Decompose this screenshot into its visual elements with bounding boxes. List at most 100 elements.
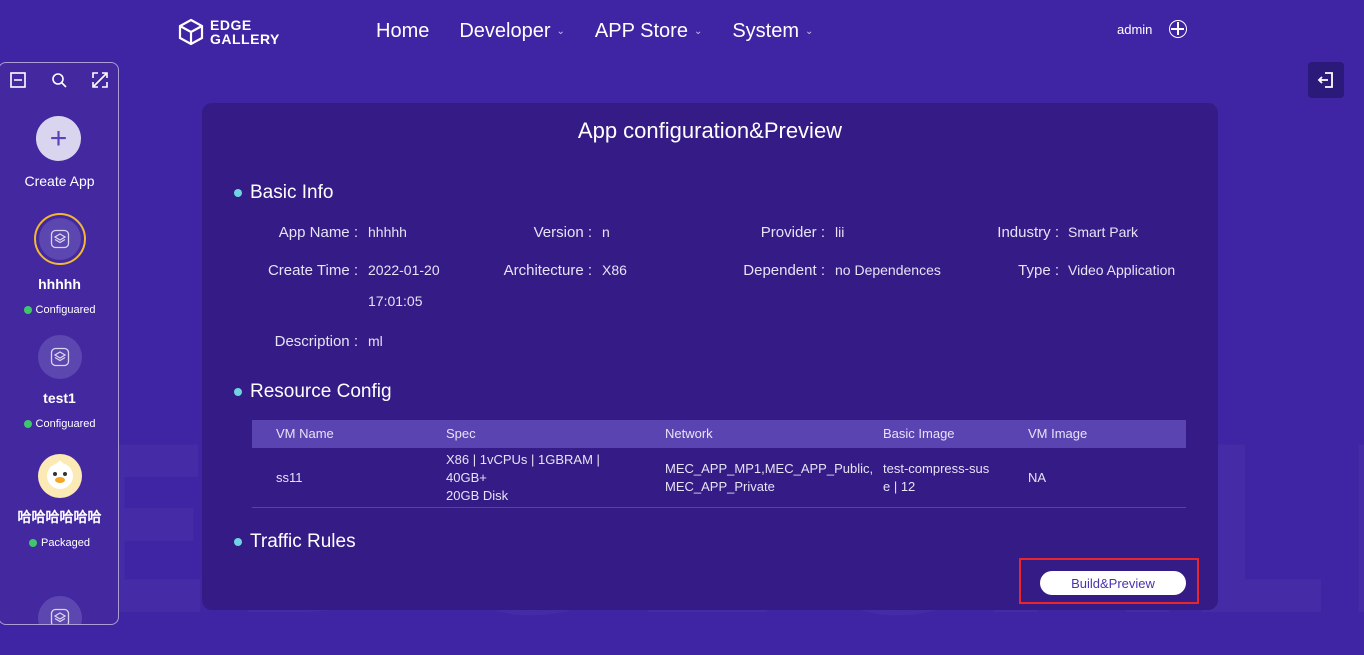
- sidebar-toolbar: [9, 71, 109, 89]
- create-time-value-date: 2022-01-20: [368, 262, 440, 278]
- column-header: VM Name: [276, 426, 334, 441]
- app-name: 哈哈哈哈哈哈: [17, 509, 102, 525]
- status-badge: Configuared: [0, 418, 118, 430]
- industry-value: Smart Park: [1068, 224, 1139, 240]
- logout-icon: [1317, 72, 1333, 88]
- resource-config-heading: Resource Config: [234, 381, 392, 403]
- sidebar-app-test1[interactable]: test1 Configuared: [0, 335, 118, 430]
- chevron-down-icon: ⌄: [556, 26, 565, 37]
- status-dot-icon: [29, 539, 38, 547]
- column-header: VM Image: [1028, 426, 1088, 441]
- nav-app-store[interactable]: APP Store ⌄: [595, 20, 702, 43]
- type-label: Type :: [1018, 262, 1059, 279]
- status-text: Packaged: [41, 537, 90, 549]
- cell-spec-line1: X86 | 1vCPUs | 1GBRAM | 40GB+: [446, 451, 600, 485]
- cell-basic-image-line2: e | 12: [883, 478, 916, 494]
- status-dot-icon: [23, 420, 32, 428]
- exit-button[interactable]: [1308, 62, 1344, 98]
- version-value: n: [602, 224, 610, 240]
- chevron-down-icon: ⌄: [693, 26, 703, 37]
- create-time-value-time: 17:01:05: [368, 293, 423, 309]
- basic-info-title: Basic Info: [250, 182, 334, 203]
- top-header: EDGE GALLERY Home Developer ⌄ APP Store …: [0, 0, 1364, 62]
- main-nav: Home Developer ⌄ APP Store ⌄ System ⌄: [376, 20, 843, 43]
- nav-home[interactable]: Home: [376, 20, 429, 43]
- cell-spec-line2: 20GB Disk: [446, 487, 509, 503]
- logo-text-line1: EDGE: [210, 17, 252, 33]
- nav-system[interactable]: System ⌄: [732, 20, 813, 43]
- table-row: ss11 X86 | 1vCPUs | 1GBRAM | 40GB+ 20GB …: [252, 448, 1186, 508]
- stack-layers-icon: [50, 347, 69, 367]
- create-time-label: Create Time :: [267, 262, 358, 279]
- description-label: Description :: [274, 333, 358, 350]
- description-value: ml: [368, 333, 383, 349]
- language-globe-icon[interactable]: [1169, 20, 1187, 38]
- status-text: Configuared: [35, 304, 96, 316]
- status-text: Configuared: [35, 418, 96, 430]
- sidebar-app-partial[interactable]: [0, 596, 118, 624]
- duck-icon: [46, 460, 73, 489]
- type-value: Video Application: [1068, 262, 1176, 278]
- app-avatar: [37, 335, 82, 379]
- status-badge: Configuared: [0, 304, 118, 316]
- nav-system-label: System: [732, 20, 800, 42]
- page-title: App configuration&Preview: [577, 118, 843, 143]
- nav-developer[interactable]: Developer ⌄: [459, 20, 565, 43]
- app-sidebar: + Create App hhhhh Configuared test1 Con…: [0, 62, 119, 625]
- chevron-down-icon: ⌄: [805, 26, 814, 37]
- cell-network: MEC_APP_MP1,MEC_APP_Public, MEC_APP_Priv…: [641, 460, 874, 496]
- traffic-rules-title: Traffic Rules: [250, 531, 356, 552]
- cell-basic-image-line1: test-compress-sus: [883, 460, 990, 476]
- edgegallery-logo[interactable]: EDGE GALLERY: [178, 18, 280, 46]
- provider-value: lii: [835, 224, 845, 240]
- industry-label: Industry :: [997, 224, 1059, 241]
- app-name: test1: [43, 390, 76, 406]
- nav-home-label: Home: [376, 20, 430, 42]
- cell-basic-image: test-compress-sus e | 12: [859, 460, 1004, 496]
- column-header: Basic Image: [883, 426, 955, 441]
- resource-config-table: VM Name Spec Network Basic Image VM Imag…: [252, 420, 1186, 508]
- sidebar-app-hhhhh[interactable]: hhhhh Configuared: [0, 213, 118, 316]
- cell-vm-image: NA: [1028, 469, 1047, 485]
- status-dot-icon: [23, 306, 32, 314]
- table-header: VM Name Spec Network Basic Image VM Imag…: [252, 420, 1186, 448]
- build-preview-button[interactable]: Build&Preview: [1040, 571, 1186, 595]
- column-header: Network: [665, 426, 713, 441]
- status-badge: Packaged: [0, 537, 118, 549]
- cell-spec: X86 | 1vCPUs | 1GBRAM | 40GB+ 20GB Disk: [422, 451, 641, 505]
- architecture-value: X86: [602, 262, 627, 278]
- cell-network-line2: MEC_APP_Private: [665, 478, 775, 494]
- app-avatar: [33, 213, 86, 265]
- app-name: hhhhh: [38, 276, 81, 292]
- architecture-label: Architecture :: [503, 262, 592, 279]
- stack-layers-icon: [50, 229, 69, 249]
- section-bullet-icon: [234, 538, 242, 546]
- provider-label: Provider :: [760, 224, 825, 241]
- logo-cube-icon: [178, 18, 204, 46]
- user-menu[interactable]: admin: [1117, 22, 1152, 37]
- logo-text-line2: GALLERY: [210, 31, 280, 47]
- basic-info-heading: Basic Info: [234, 182, 333, 204]
- create-app-label[interactable]: Create App: [0, 173, 118, 189]
- traffic-rules-heading: Traffic Rules: [234, 531, 356, 553]
- search-icon[interactable]: [50, 71, 68, 89]
- stack-layers-icon: [50, 608, 69, 624]
- section-bullet-icon: [234, 189, 242, 197]
- column-header: Spec: [446, 426, 476, 441]
- plus-icon: +: [49, 121, 68, 155]
- cell-network-line1: MEC_APP_MP1,MEC_APP_Public,: [665, 460, 874, 476]
- app-name-value: hhhhh: [368, 224, 407, 240]
- collapse-icon[interactable]: [9, 71, 27, 89]
- version-label: Version :: [533, 224, 592, 241]
- app-avatar: [37, 596, 82, 624]
- resource-config-title: Resource Config: [250, 381, 392, 402]
- app-avatar: [37, 454, 82, 498]
- app-name-label: App Name :: [278, 224, 358, 241]
- nav-developer-label: Developer: [459, 20, 551, 42]
- create-app-button[interactable]: +: [36, 116, 81, 161]
- app-config-preview-panel: App configuration&Preview Basic Info App…: [202, 103, 1218, 610]
- nav-app-store-label: APP Store: [594, 20, 688, 42]
- expand-icon[interactable]: [91, 71, 109, 89]
- sidebar-app-hahaha[interactable]: 哈哈哈哈哈哈 Packaged: [0, 454, 118, 549]
- dependent-label: Dependent :: [743, 262, 825, 279]
